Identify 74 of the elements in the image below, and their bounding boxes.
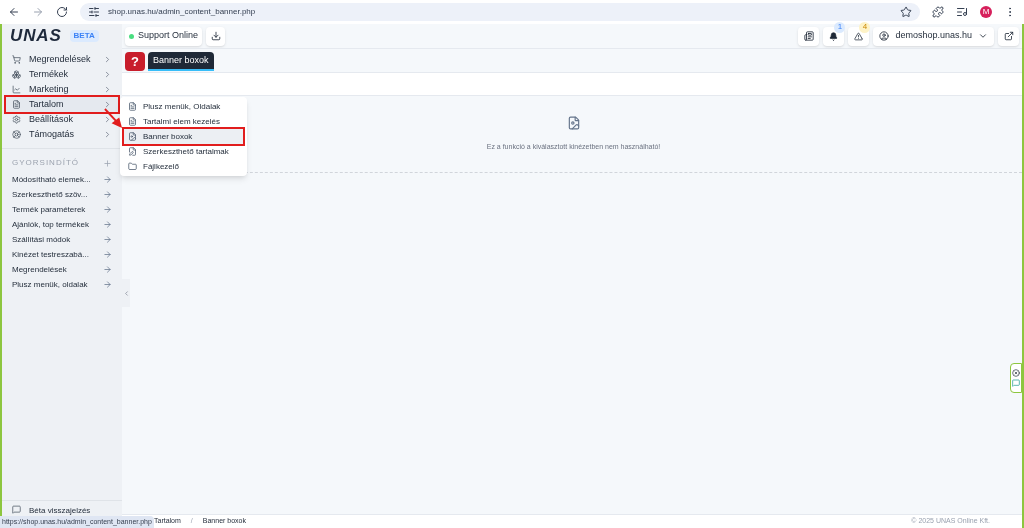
arrow-right-icon: [103, 280, 112, 289]
quick-link[interactable]: Plusz menük, oldalak: [12, 277, 112, 292]
warning-icon: [854, 31, 864, 41]
address-bar[interactable]: shop.unas.hu/admin_content_banner.php: [80, 3, 920, 21]
logo: UNAS: [10, 25, 62, 48]
image-file-icon: [128, 132, 137, 141]
document-icon: [128, 102, 137, 111]
feedback-icon: [12, 505, 21, 514]
newspaper-icon: [803, 31, 814, 41]
arrow-right-icon: [103, 220, 112, 229]
profile-avatar[interactable]: M: [980, 6, 992, 18]
chevron-down-icon: [978, 31, 988, 41]
side-widget[interactable]: [1010, 363, 1022, 393]
warning-count: 4: [859, 21, 871, 33]
media-icon[interactable]: [956, 6, 968, 18]
sidebar-item[interactable]: Megrendelések: [6, 52, 118, 67]
download-button[interactable]: [206, 26, 226, 46]
annotation-arrow: [104, 108, 123, 128]
sidebar-item[interactable]: Termékek: [6, 67, 118, 82]
extensions-icon[interactable]: [932, 6, 944, 18]
arrow-right-icon: [103, 250, 112, 259]
quick-link[interactable]: Termék paraméterek: [12, 202, 112, 217]
news-button[interactable]: [798, 26, 820, 46]
image-file-icon: [566, 115, 581, 130]
edit-file-icon: [128, 147, 137, 156]
tab[interactable]: Banner boxok: [148, 52, 214, 71]
arrow-right-icon: [103, 190, 112, 199]
url-text: shop.unas.hu/admin_content_banner.php: [108, 6, 256, 18]
user-icon: [879, 31, 890, 41]
folder-icon: [128, 162, 137, 171]
open-shop-button[interactable]: [998, 26, 1019, 46]
cart-icon: [12, 55, 21, 64]
site-settings-icon[interactable]: [88, 6, 100, 18]
submenu-item[interactable]: Tartalmi elem kezelés: [124, 114, 243, 129]
arrow-right-icon: [103, 205, 112, 214]
sidebar-item[interactable]: Beállítások: [6, 112, 118, 127]
bookmark-star-icon[interactable]: [900, 6, 912, 18]
arrow-right-icon: [103, 265, 112, 274]
back-icon[interactable]: [8, 6, 20, 18]
chart-icon: [12, 85, 21, 94]
section-title: GYORSINDÍTÓ: [12, 157, 80, 169]
external-link-icon: [1003, 31, 1014, 41]
arrow-right-icon: [103, 175, 112, 184]
collapse-handle[interactable]: [122, 279, 130, 307]
sidebar-item[interactable]: Tartalom: [6, 97, 118, 112]
close-icon[interactable]: [1012, 369, 1020, 377]
submenu-item[interactable]: Fájlkezelő: [124, 159, 243, 174]
lifebuoy-icon: [12, 130, 21, 139]
beta-badge: BETA: [69, 30, 99, 42]
support-status[interactable]: Support Online: [125, 26, 203, 46]
download-icon: [210, 31, 221, 41]
document-icon: [128, 117, 137, 126]
submenu-item[interactable]: Plusz menük, Oldalak: [124, 99, 243, 114]
notification-count: 1: [834, 21, 846, 33]
quick-link[interactable]: Kinézet testreszabá...: [12, 247, 112, 262]
bell-icon: [829, 31, 839, 41]
arrow-right-icon: [103, 235, 112, 244]
quick-link[interactable]: Szállítási módok: [12, 232, 112, 247]
sidebar-item[interactable]: Támogatás: [6, 127, 118, 142]
feedback-link[interactable]: Béta visszajelzés: [29, 505, 91, 517]
quick-link[interactable]: Módosítható elemek...: [12, 172, 112, 187]
boxes-icon: [12, 70, 21, 79]
help-button[interactable]: ?: [125, 52, 145, 71]
submenu-item[interactable]: Szerkeszthető tartalmak: [124, 144, 243, 159]
quick-link[interactable]: Megrendelések: [12, 262, 112, 277]
gear-icon: [12, 115, 21, 124]
quick-link[interactable]: Szerkeszthető szöv...: [12, 187, 112, 202]
document-icon: [12, 100, 21, 109]
chevron-left-icon: [122, 289, 130, 297]
submenu-item[interactable]: Banner boxok: [124, 129, 243, 144]
shop-selector[interactable]: demoshop.unas.hu: [873, 26, 994, 46]
sidebar-item[interactable]: Marketing: [6, 82, 118, 97]
reload-icon[interactable]: [56, 6, 68, 18]
quick-link[interactable]: Ajánlók, top termékek: [12, 217, 112, 232]
